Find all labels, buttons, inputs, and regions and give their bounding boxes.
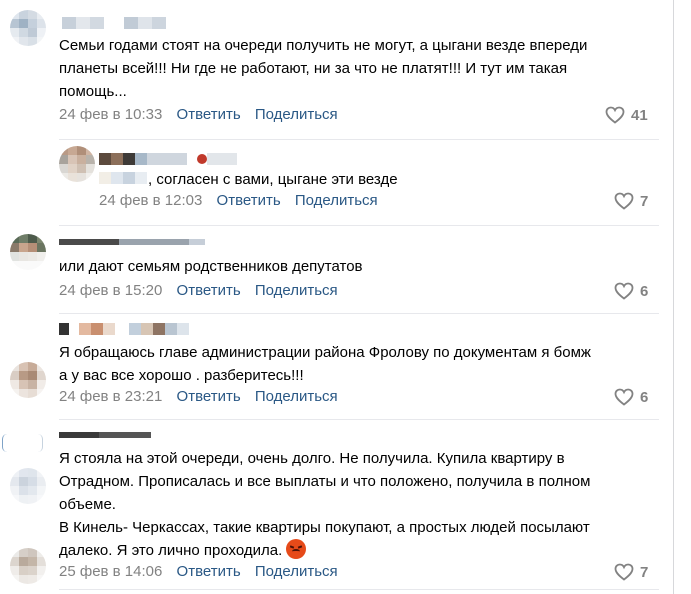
reply-button[interactable]: Ответить <box>217 192 281 209</box>
heart-outline-icon <box>614 192 634 210</box>
comment-meta: 24 фев в 15:20 Ответить Поделиться <box>59 282 338 300</box>
comment-item: Я обращаюсь главе администрации района Ф… <box>0 314 674 420</box>
author-name-redacted[interactable] <box>62 17 166 29</box>
reply-button[interactable]: Ответить <box>177 388 241 405</box>
comment-date[interactable]: 24 фев в 15:20 <box>59 282 162 299</box>
comment-meta: 24 фев в 10:33 Ответить Поделиться <box>59 106 338 124</box>
share-button[interactable]: Поделиться <box>255 106 338 123</box>
avatar[interactable] <box>59 146 95 182</box>
comment-date[interactable]: 24 фев в 23:21 <box>59 388 162 405</box>
like-button[interactable]: 6 <box>614 388 648 406</box>
comment-text: Семьи годами стоят на очереди получить н… <box>59 37 588 100</box>
like-count: 7 <box>640 192 649 210</box>
avatar[interactable] <box>10 468 46 504</box>
author-name-redacted[interactable] <box>59 323 189 335</box>
avatar[interactable] <box>10 10 46 46</box>
avatar[interactable] <box>10 234 46 270</box>
like-count: 6 <box>640 282 649 300</box>
comment-reply-item: , согласен с вами, цыгане эти везде 24 ф… <box>0 140 674 226</box>
comment-text: или дают семьям родственников депутатов <box>59 258 363 275</box>
heart-outline-icon <box>614 388 634 406</box>
like-button[interactable]: 7 <box>614 563 648 581</box>
like-count: 7 <box>640 563 649 581</box>
comment-meta: 24 фев в 23:21 Ответить Поделиться <box>59 388 338 406</box>
share-button[interactable]: Поделиться <box>255 388 338 405</box>
mention-redacted[interactable] <box>99 172 147 184</box>
heart-outline-icon <box>605 106 625 124</box>
share-button[interactable]: Поделиться <box>255 282 338 299</box>
comments-panel: Семьи годами стоят на очереди получить н… <box>0 0 674 594</box>
comment-text: Я обращаюсь главе администрации района Ф… <box>59 344 591 384</box>
author-name-redacted[interactable] <box>59 236 205 248</box>
comment-text: , согласен с вами, цыгане эти везде <box>148 171 398 188</box>
comment-item: Семьи годами стоят на очереди получить н… <box>0 0 674 140</box>
comment-meta: 25 фев в 14:06 Ответить Поделиться <box>59 563 338 581</box>
like-button[interactable]: 7 <box>614 192 648 210</box>
reply-button[interactable]: Ответить <box>177 106 241 123</box>
avatar[interactable] <box>10 362 46 398</box>
like-button[interactable]: 41 <box>605 106 648 124</box>
share-button[interactable]: Поделиться <box>295 192 378 209</box>
scroll-area-edge <box>673 0 691 594</box>
avatar[interactable] <box>10 548 46 584</box>
comment-text: Я стояла на этой очереди, очень долго. Н… <box>59 450 591 559</box>
comment-date[interactable]: 24 фев в 10:33 <box>59 106 162 123</box>
comment-item: или дают семьям родственников депутатов … <box>0 226 674 314</box>
comment-item: Я стояла на этой очереди, очень долго. Н… <box>0 420 674 594</box>
heart-outline-icon <box>614 563 634 581</box>
author-name-redacted[interactable] <box>99 153 237 165</box>
comment-date[interactable]: 25 фев в 14:06 <box>59 563 162 580</box>
comment-date[interactable]: 24 фев в 12:03 <box>99 192 202 209</box>
like-count: 41 <box>631 106 648 124</box>
heart-outline-icon <box>614 282 634 300</box>
reply-button[interactable]: Ответить <box>177 282 241 299</box>
avatar-partial[interactable] <box>2 430 46 456</box>
author-name-redacted[interactable] <box>59 429 151 441</box>
reply-button[interactable]: Ответить <box>177 563 241 580</box>
separator <box>59 589 659 590</box>
like-button[interactable]: 6 <box>614 282 648 300</box>
angry-face-emoji <box>286 539 307 559</box>
like-count: 6 <box>640 388 649 406</box>
share-button[interactable]: Поделиться <box>255 563 338 580</box>
comment-meta: 24 фев в 12:03 Ответить Поделиться <box>99 192 378 210</box>
